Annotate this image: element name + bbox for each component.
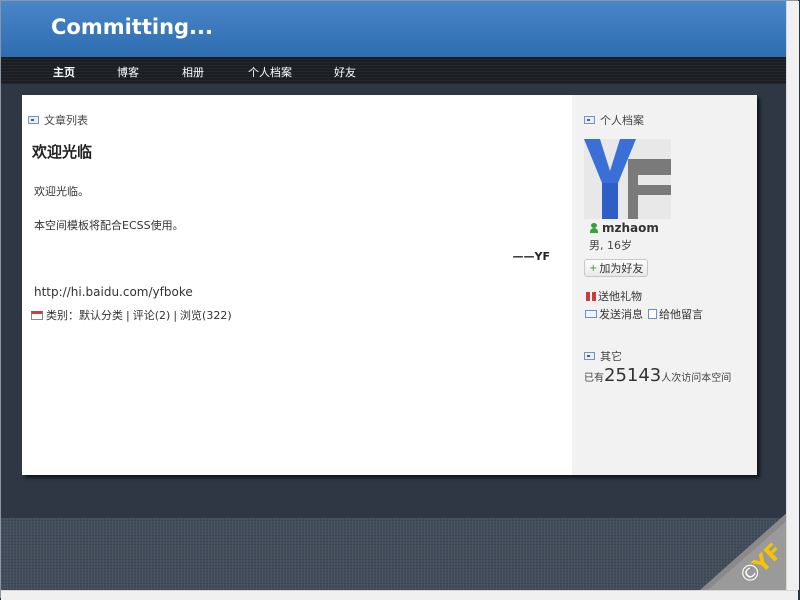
avatar-yf-logo	[584, 139, 671, 219]
nav-item-home[interactable]: 主页	[53, 64, 75, 80]
message-icon	[585, 310, 597, 318]
note-icon	[648, 309, 657, 319]
visits-count: 25143	[604, 365, 662, 386]
section-icon	[28, 116, 39, 124]
post-comments-link[interactable]: 评论(2)	[133, 307, 171, 323]
add-friend-button[interactable]: + 加为好友	[584, 259, 649, 277]
send-message-label: 发送消息	[599, 308, 643, 321]
meta-separator: |	[173, 308, 178, 322]
post-views[interactable]: 浏览(322)	[180, 307, 232, 323]
leave-message-label: 给他留言	[659, 308, 703, 321]
article-list-title: 文章列表	[44, 114, 88, 127]
send-gift-label: 送他礼物	[598, 290, 642, 303]
sidebar: 个人档案 mzhaom 男, 16岁 + 加为好友 送他礼物 发送消息 给他留言…	[572, 95, 757, 475]
corner-logo-badge: © YF	[700, 510, 790, 590]
horizontal-scrollbar[interactable]	[1, 590, 798, 600]
send-message-link[interactable]: 发送消息	[585, 306, 643, 322]
send-gift-link[interactable]: 送他礼物	[586, 288, 642, 304]
profile-info: 男, 16岁	[589, 239, 632, 252]
post-category[interactable]: 类别：默认分类	[46, 307, 123, 323]
meta-separator: |	[126, 308, 130, 322]
calendar-icon	[31, 310, 43, 320]
profile-username: mzhaom	[590, 221, 659, 235]
nav-item-profile[interactable]: 个人档案	[248, 64, 292, 80]
visit-counter: 已有25143人次访问本空间	[584, 365, 731, 386]
article-list-header: 文章列表	[28, 112, 88, 128]
nav-item-blog[interactable]: 博客	[117, 64, 139, 80]
leave-message-link[interactable]: 给他留言	[648, 306, 703, 322]
other-title: 其它	[600, 350, 622, 363]
content-box: 文章列表 欢迎光临 欢迎光临。 本空间模板将配合ECSS使用。 ——YF htt…	[22, 95, 757, 475]
user-icon	[590, 223, 598, 233]
visits-prefix: 已有	[584, 373, 604, 384]
post-paragraph: 欢迎光临。	[34, 185, 89, 198]
post-title[interactable]: 欢迎光临	[32, 141, 92, 162]
post-paragraph: 本空间模板将配合ECSS使用。	[34, 219, 184, 232]
section-icon	[584, 116, 595, 124]
vertical-scrollbar[interactable]	[786, 1, 799, 590]
profile-title: 个人档案	[600, 114, 644, 127]
post-meta: 类别：默认分类 | 评论(2) | 浏览(322)	[31, 307, 232, 323]
corner-logo: © YF	[700, 510, 790, 590]
post-signature: ——YF	[512, 250, 550, 263]
nav-item-album[interactable]: 相册	[182, 64, 204, 80]
site-title[interactable]: Committing...	[51, 15, 213, 39]
avatar[interactable]	[584, 139, 671, 219]
main-nav: 主页 博客 相册 个人档案 好友	[1, 57, 786, 84]
add-friend-label: 加为好友	[599, 262, 644, 275]
site-header: Committing...	[1, 1, 786, 57]
other-header: 其它	[584, 348, 622, 364]
profile-header: 个人档案	[584, 112, 644, 128]
article-column: 文章列表 欢迎光临 欢迎光临。 本空间模板将配合ECSS使用。 ——YF htt…	[22, 95, 572, 475]
username-link[interactable]: mzhaom	[602, 221, 659, 235]
add-user-icon: +	[589, 262, 598, 274]
section-icon	[584, 352, 595, 360]
post-link[interactable]: http://hi.baidu.com/yfboke	[34, 285, 193, 299]
nav-item-friends[interactable]: 好友	[334, 64, 356, 80]
footer-band	[1, 518, 786, 590]
gift-icon	[586, 291, 596, 301]
visits-suffix: 人次访问本空间	[661, 373, 732, 384]
